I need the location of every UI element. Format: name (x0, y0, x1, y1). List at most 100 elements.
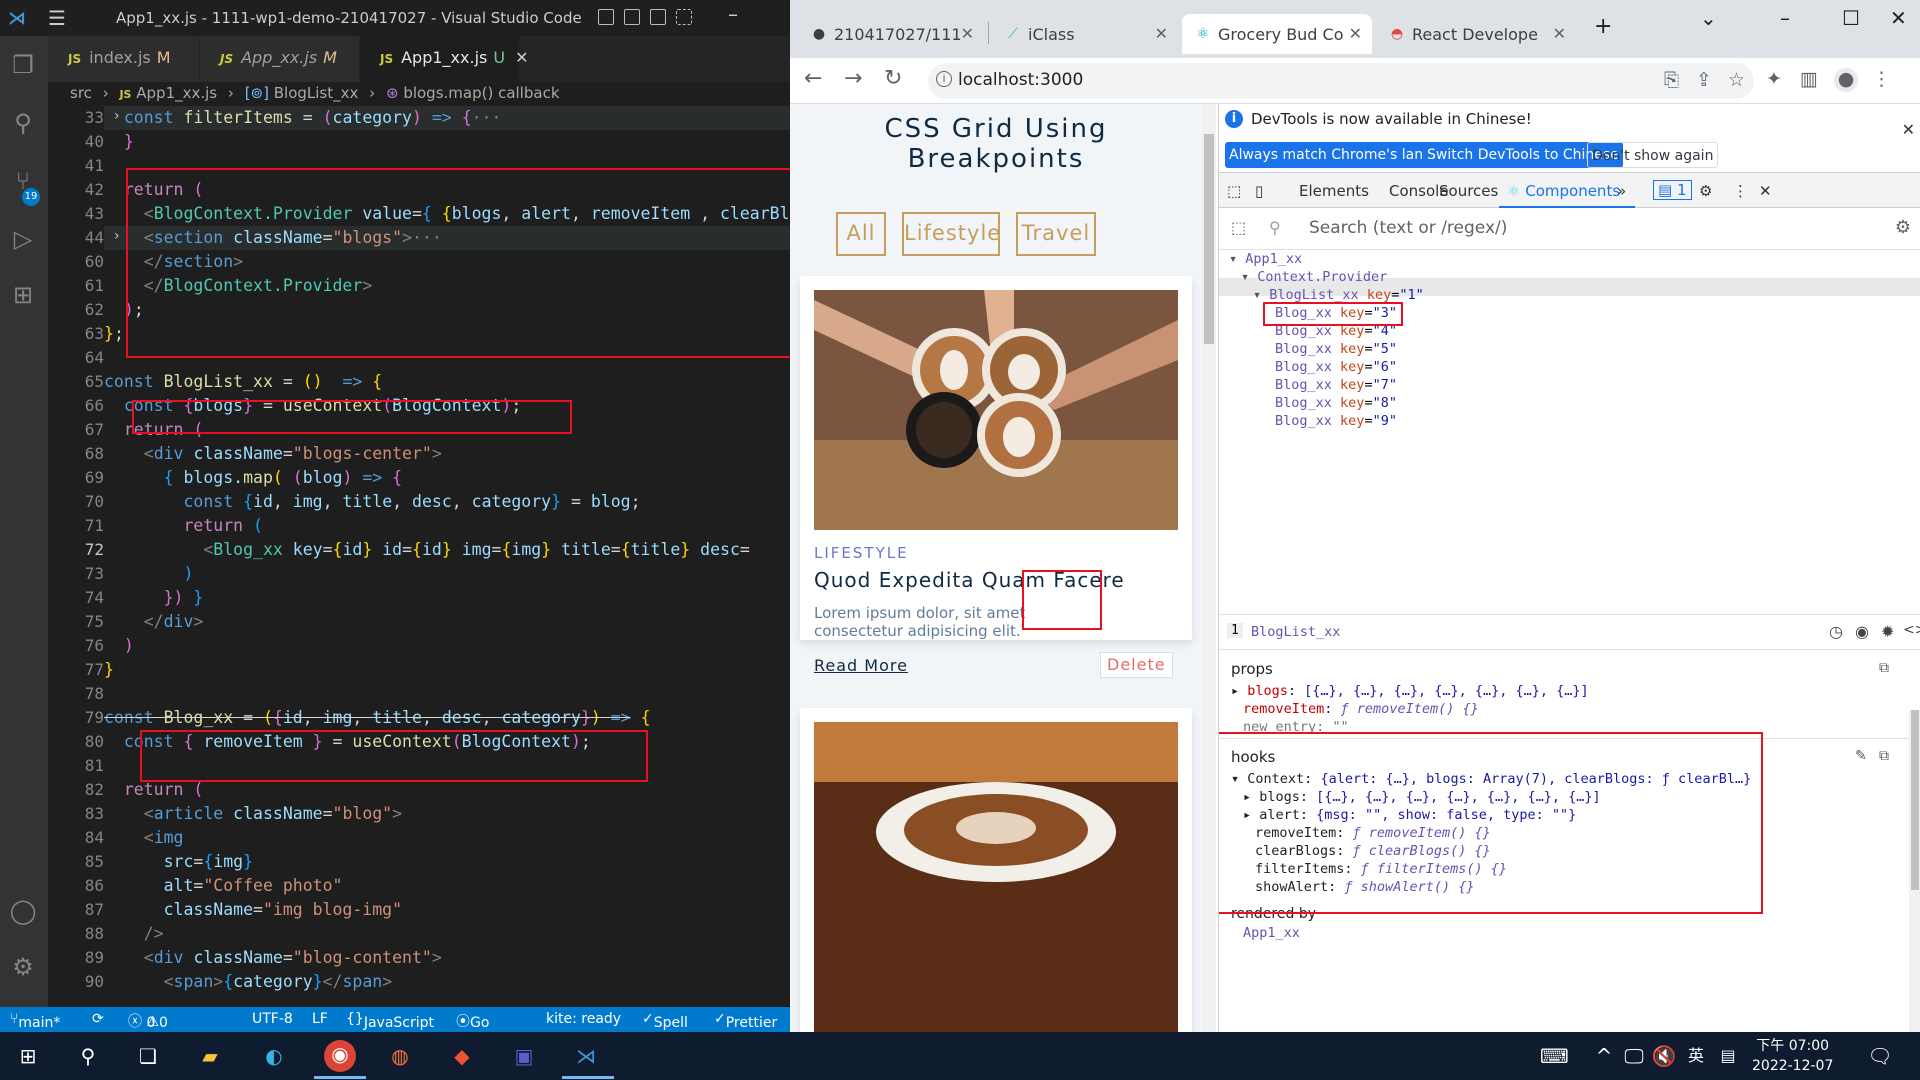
chrome-icon[interactable]: ◉ (324, 1040, 356, 1072)
tab-sources[interactable]: Sources (1439, 182, 1498, 200)
tab-app1-xx-js[interactable]: JS App1_xx.js U ✕ (360, 36, 528, 82)
run-debug-icon[interactable]: ▷ (8, 224, 38, 254)
site-info-icon[interactable]: i (936, 71, 952, 87)
show-hidden-icons[interactable]: ^ (1590, 1042, 1618, 1070)
extensions-icon[interactable]: ✦ (1766, 68, 1782, 90)
more-tabs-icon[interactable]: » (1617, 182, 1626, 200)
close-tab-icon[interactable]: ✕ (1553, 24, 1566, 43)
tree-row[interactable]: ▾ App1_xx (1229, 250, 1302, 268)
toggle-panel-icon[interactable] (624, 9, 640, 25)
tab-elements[interactable]: Elements (1299, 182, 1369, 200)
close-tab-icon[interactable]: ✕ (1155, 24, 1168, 43)
reload-icon[interactable]: ↻ (884, 66, 902, 91)
prettier-status[interactable]: ✓ Prettier (714, 1011, 777, 1031)
toggle-sidebar-icon[interactable] (598, 9, 614, 25)
debug-bug-icon[interactable]: ✹ (1881, 622, 1894, 641)
share-icon[interactable]: ⇪ (1696, 69, 1712, 91)
components-search-input[interactable]: Search (text or /regex/) (1309, 218, 1507, 238)
settings-gear-icon[interactable]: ⚙ (8, 952, 38, 982)
close-tab-icon[interactable]: ✕ (961, 24, 974, 43)
props-scrollbar[interactable] (1909, 710, 1920, 1032)
minimize-icon[interactable]: – (1780, 6, 1790, 30)
browser-tab-react-devtools[interactable]: ◓ React Develope ✕ (1376, 14, 1576, 54)
view-source-icon[interactable]: <> (1903, 622, 1920, 638)
breadcrumb-callback[interactable]: blogs.map() callback (403, 84, 559, 102)
tab-components[interactable]: ⚛ Components (1507, 182, 1620, 200)
tab-search-icon[interactable]: ⌄ (1700, 6, 1717, 30)
devtools-menu-icon[interactable]: ⋮ (1733, 182, 1748, 200)
side-panel-icon[interactable]: ▥ (1800, 68, 1818, 90)
vscode-taskbar-icon[interactable]: ⋊ (572, 1042, 600, 1070)
keyboard-icon[interactable]: ⌨ (1540, 1042, 1569, 1070)
edge-icon[interactable]: ◐ (260, 1042, 288, 1070)
close-tab-icon[interactable]: ✕ (515, 48, 528, 67)
minimize-icon[interactable]: – (728, 2, 738, 26)
close-tab-icon[interactable]: ✕ (1349, 24, 1362, 43)
branch-indicator[interactable]: ⑂ main* (10, 1011, 60, 1031)
browser-tab-grocery[interactable]: ⚛ Grocery Bud Co ✕ (1182, 14, 1372, 54)
browser-tab-github[interactable]: ● 210417027/111 ✕ (798, 14, 984, 54)
go-live-button[interactable]: ⦿ Go Live (456, 1011, 499, 1047)
tree-row[interactable]: Blog_xx key="6" (1275, 358, 1397, 376)
firefox-icon[interactable]: ◍ (386, 1042, 414, 1070)
git-icon[interactable]: ◆ (448, 1042, 476, 1070)
tree-row[interactable]: Blog_xx key="8" (1275, 394, 1397, 412)
explorer-icon[interactable]: ❐ (8, 50, 38, 80)
system-clock[interactable]: 下午 07:00 2022-12-07 (1752, 1036, 1833, 1076)
close-devtools-icon[interactable]: ✕ (1759, 182, 1772, 200)
forward-icon[interactable]: → (844, 66, 862, 91)
breadcrumb-src[interactable]: src (70, 84, 92, 102)
tree-row[interactable]: Blog_xx key="9" (1275, 412, 1397, 430)
browser-tab-iclass[interactable]: ⟋ iClass ✕ (992, 14, 1178, 54)
settings-gear-icon[interactable]: ⚙ (1895, 217, 1911, 238)
chrome-menu-icon[interactable]: ⋮ (1872, 68, 1891, 90)
notifications-icon[interactable]: 🗨 (1866, 1042, 1894, 1070)
task-view-icon[interactable]: ❏ (134, 1042, 162, 1070)
copy-icon[interactable]: ⧉ (1879, 748, 1889, 764)
maximize-icon[interactable]: ☐ (1842, 6, 1860, 30)
stopwatch-icon[interactable]: ◷ (1829, 622, 1843, 641)
new-tab-button[interactable]: + (1594, 14, 1612, 39)
search-icon[interactable]: ⚲ (74, 1042, 102, 1070)
magic-wand-icon[interactable]: ✎ (1855, 748, 1867, 764)
page-scrollbar[interactable] (1202, 104, 1216, 1032)
toggle-secondary-sidebar-icon[interactable] (650, 9, 666, 25)
filter-lifestyle-button[interactable]: Lifestyle (902, 212, 1000, 256)
ime-indicator[interactable]: 英 (1682, 1042, 1710, 1070)
address-bar[interactable]: i localhost:3000 ⎘ ⇪ ☆ (928, 63, 1754, 99)
problems-indicator[interactable]: ⓧ 0 ⚠ 0 (128, 1011, 168, 1031)
search-icon[interactable]: ⚲ (8, 108, 38, 138)
close-window-icon[interactable]: ✕ (1890, 6, 1907, 30)
scrollbar-thumb[interactable] (1204, 134, 1214, 344)
read-more-link[interactable]: Read More (814, 656, 908, 675)
sync-icon[interactable]: ⟳ (92, 1011, 104, 1027)
eol-indicator[interactable]: LF (312, 1011, 328, 1027)
bookmark-star-icon[interactable]: ☆ (1728, 69, 1745, 91)
extensions-icon[interactable]: ⊞ (8, 280, 38, 310)
rendered-by-item[interactable]: App1_xx (1243, 924, 1300, 942)
breadcrumb-file[interactable]: App1_xx.js (136, 84, 217, 102)
customize-layout-icon[interactable] (676, 9, 692, 25)
tab-app-xx-js[interactable]: JS App_xx.js M (200, 36, 360, 82)
tree-row[interactable]: Blog_xx key="5" (1275, 340, 1397, 358)
teams-icon[interactable]: ▣ (510, 1042, 538, 1070)
issues-badge[interactable]: ▤ 1 (1653, 180, 1692, 200)
inspect-element-icon[interactable]: ⬚ (1227, 182, 1241, 200)
dont-show-again-button[interactable]: Don't show again (1587, 142, 1719, 168)
network-icon[interactable]: 🖵 (1620, 1042, 1648, 1070)
inspect-eye-icon[interactable]: ◉ (1855, 622, 1869, 641)
menu-icon[interactable]: ☰ (48, 6, 66, 30)
device-toolbar-icon[interactable]: ▯ (1255, 182, 1263, 200)
prop-row[interactable]: ▸ blogs: [{…}, {…}, {…}, {…}, {…}, {…}, … (1231, 682, 1589, 700)
close-infobar-icon[interactable]: ✕ (1902, 120, 1915, 139)
filter-travel-button[interactable]: Travel (1016, 212, 1096, 256)
copy-icon[interactable]: ⧉ (1879, 660, 1889, 676)
delete-button[interactable]: Delete (1100, 652, 1173, 678)
filter-all-button[interactable]: All (836, 212, 886, 256)
tree-row[interactable]: ▾ Context.Provider (1241, 268, 1387, 286)
prop-row[interactable]: removeItem: ƒ removeItem() {} (1243, 700, 1479, 718)
translate-icon[interactable]: ⎘ (1664, 69, 1679, 91)
select-element-icon[interactable]: ⬚ (1231, 218, 1246, 237)
back-icon[interactable]: ← (804, 66, 822, 91)
file-explorer-icon[interactable]: ▰ (196, 1042, 224, 1070)
